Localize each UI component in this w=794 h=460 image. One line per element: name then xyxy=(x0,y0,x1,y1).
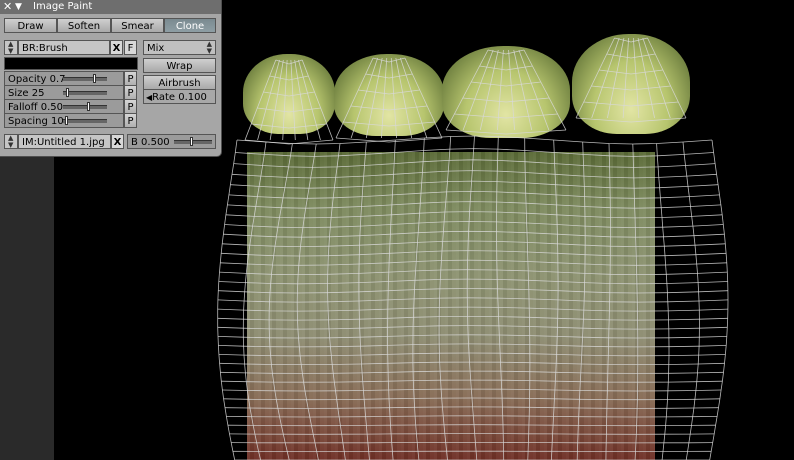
panel-titlebar[interactable]: ✕ ▼ Image Paint xyxy=(0,0,221,14)
blend-mode-value: Mix xyxy=(147,43,165,54)
collapse-triangle-icon[interactable]: ▼ xyxy=(15,0,22,14)
panel-title: Image Paint xyxy=(33,1,93,12)
size-pressure-button[interactable]: P xyxy=(124,85,137,100)
tab-smear[interactable]: Smear xyxy=(111,18,164,33)
clone-blend-label: B 0.500 xyxy=(131,137,170,148)
up-down-arrows-icon: ▲ ▼ xyxy=(8,134,14,149)
image-browse-button[interactable]: ▲ ▼ xyxy=(4,134,18,149)
opacity-label: Opacity 0.7 xyxy=(8,74,66,85)
opacity-knob[interactable] xyxy=(93,74,96,83)
blend-mode-select[interactable]: Mix ▲ ▼ xyxy=(143,40,216,55)
rate-left-arrow-icon[interactable]: ◀ xyxy=(146,90,152,103)
falloff-knob[interactable] xyxy=(87,102,90,111)
tab-clone[interactable]: Clone xyxy=(164,18,216,33)
spacing-pressure-button[interactable]: P xyxy=(124,113,137,128)
opacity-slider[interactable]: Opacity 0.7 xyxy=(4,71,124,86)
rate-label: Rate 0.100 xyxy=(152,92,207,103)
falloff-pressure-button[interactable]: P xyxy=(124,99,137,114)
up-down-arrows-icon: ▲ ▼ xyxy=(8,40,14,55)
tab-draw[interactable]: Draw xyxy=(4,18,57,33)
size-knob[interactable] xyxy=(66,88,69,97)
close-icon[interactable]: ✕ xyxy=(3,0,12,14)
spacing-label: Spacing 10. xyxy=(8,116,67,127)
size-label: Size 25 xyxy=(8,88,45,99)
falloff-label: Falloff 0.50 xyxy=(8,102,63,113)
image-unlink-button[interactable]: X xyxy=(111,134,124,149)
image-paint-panel: ✕ ▼ Image Paint Draw Soften Smear Clone … xyxy=(0,0,222,157)
clone-image-field[interactable]: IM:Untitled 1.jpg xyxy=(18,134,111,149)
brush-fake-user-button[interactable]: F xyxy=(124,40,137,55)
clone-blend-knob[interactable] xyxy=(190,137,193,146)
brush-browse-button[interactable]: ▲ ▼ xyxy=(4,40,18,55)
dropdown-arrows-icon: ▲ ▼ xyxy=(206,40,212,55)
brush-name-field[interactable]: BR:Brush xyxy=(18,40,110,55)
wrap-button[interactable]: Wrap xyxy=(143,58,216,73)
airbrush-button[interactable]: Airbrush xyxy=(143,75,216,90)
clone-blend-slider[interactable]: B 0.500 xyxy=(127,134,216,149)
spacing-slider[interactable]: Spacing 10. xyxy=(4,113,124,128)
brush-unlink-button[interactable]: X xyxy=(110,40,123,55)
airbrush-rate-field[interactable]: ◀ Rate 0.100 xyxy=(143,89,216,104)
spacing-knob[interactable] xyxy=(65,116,68,125)
brush-color-swatch[interactable] xyxy=(4,57,138,70)
falloff-slider[interactable]: Falloff 0.50 xyxy=(4,99,124,114)
opacity-pressure-button[interactable]: P xyxy=(124,71,137,86)
size-slider[interactable]: Size 25 xyxy=(4,85,124,100)
tab-soften[interactable]: Soften xyxy=(57,18,111,33)
